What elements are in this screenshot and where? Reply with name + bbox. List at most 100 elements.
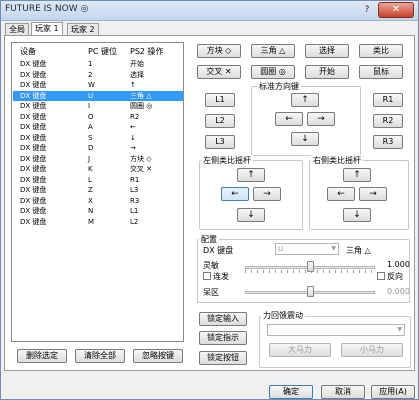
list-row[interactable]: DX 键盘 Z L3 bbox=[13, 185, 183, 195]
list-cell-key: O bbox=[88, 112, 94, 121]
tab-player-2[interactable]: 玩家 2 bbox=[67, 23, 99, 35]
help-icon[interactable]: ? bbox=[360, 3, 374, 17]
list-row[interactable]: DX 键盘 2 选择 bbox=[13, 70, 183, 80]
column-device[interactable]: 设备 bbox=[20, 46, 36, 57]
config-label: 配置 bbox=[199, 234, 219, 245]
list-row[interactable]: DX 键盘 N L1 bbox=[13, 206, 183, 216]
lock-direction-button[interactable]: 锁定指示 bbox=[199, 331, 247, 345]
start-button[interactable]: 开始 bbox=[305, 65, 349, 79]
dpad-down-button[interactable]: ↓ bbox=[291, 132, 319, 146]
ignore-key-button[interactable]: 忽略按键 bbox=[133, 349, 183, 363]
key-select: U ▼ bbox=[275, 243, 339, 255]
small-motor-button: 小马力 bbox=[341, 343, 403, 357]
right-stick-down-button[interactable]: ↓ bbox=[343, 208, 371, 222]
list-cell-device: DX 键盘 bbox=[20, 133, 47, 142]
list-cell-device: DX 键盘 bbox=[20, 154, 47, 163]
list-cell-device: DX 键盘 bbox=[20, 165, 47, 173]
right-stick-right-button[interactable]: → bbox=[359, 187, 387, 201]
turbo-checkbox[interactable] bbox=[203, 272, 211, 280]
list-cell-device: DX 键盘 bbox=[20, 102, 47, 110]
list-row[interactable]: DX 键盘 U 三角 △ bbox=[13, 90, 183, 101]
list-cell-key: A bbox=[88, 123, 93, 131]
r1-button[interactable]: R1 bbox=[373, 93, 403, 107]
circle-button[interactable]: 圆圈 ◎ bbox=[251, 65, 295, 79]
sensitivity-slider[interactable] bbox=[307, 261, 314, 272]
r2-button[interactable]: R2 bbox=[373, 114, 403, 128]
list-row[interactable]: DX 键盘 A ← bbox=[13, 122, 183, 132]
list-row[interactable]: DX 键盘 M L2 bbox=[13, 217, 183, 227]
left-stick-down-button[interactable]: ↓ bbox=[237, 208, 265, 222]
binding-list[interactable]: 设备 PC 键位 PS2 操作 DX 键盘 1 开始 DX 键盘 2 选择 DX 键盘 W ↑ D… bbox=[11, 42, 184, 342]
list-cell-action: ← bbox=[130, 123, 136, 131]
reverse-label: 反向 bbox=[387, 272, 403, 281]
list-row[interactable]: DX 键盘 1 开始 bbox=[13, 59, 183, 69]
deadzone-slider[interactable] bbox=[307, 286, 314, 297]
close-button[interactable]: ✕ bbox=[378, 2, 414, 18]
list-row[interactable]: DX 键盘 J 方块 ◇ bbox=[13, 154, 183, 164]
list-cell-action: 交叉 ✕ bbox=[130, 165, 153, 173]
list-cell-action: 选择 bbox=[130, 70, 144, 79]
list-row[interactable]: DX 键盘 K 交叉 ✕ bbox=[13, 164, 183, 174]
config-mapped-action: 三角 △ bbox=[346, 246, 371, 255]
r3-button[interactable]: R3 bbox=[373, 135, 403, 149]
clear-all-button[interactable]: 清除全部 bbox=[75, 349, 125, 363]
l3-button[interactable]: L3 bbox=[205, 135, 235, 149]
dpad-up-button[interactable]: ↑ bbox=[291, 93, 319, 107]
list-row[interactable]: DX 键盘 I 圆圈 ◎ bbox=[13, 101, 183, 111]
l1-button[interactable]: L1 bbox=[205, 93, 235, 107]
tab-global[interactable]: 全局 bbox=[5, 23, 29, 35]
list-cell-device: DX 键盘 bbox=[20, 207, 47, 215]
list-cell-action: 圆圈 ◎ bbox=[130, 102, 153, 110]
list-cell-device: DX 键盘 bbox=[20, 144, 47, 152]
list-cell-device: DX 键盘 bbox=[20, 175, 47, 184]
list-cell-action: ↑ bbox=[130, 81, 136, 89]
list-row[interactable]: DX 键盘 W ↑ bbox=[13, 80, 183, 90]
analog-button[interactable]: 类比 bbox=[359, 44, 403, 58]
triangle-button[interactable]: 三角 △ bbox=[251, 44, 295, 58]
apply-button[interactable]: 应用(A) bbox=[371, 385, 415, 399]
column-ps2-action[interactable]: PS2 操作 bbox=[130, 46, 164, 57]
right-stick-label: 右侧类比摇杆 bbox=[311, 155, 363, 166]
square-button[interactable]: 方块 ◇ bbox=[197, 44, 241, 58]
list-cell-device: DX 键盘 bbox=[20, 186, 47, 194]
left-stick-right-button[interactable]: → bbox=[253, 187, 281, 201]
ok-button[interactable]: 确定 bbox=[269, 385, 313, 399]
list-row[interactable]: DX 键盘 D → bbox=[13, 143, 183, 153]
list-cell-action: R1 bbox=[130, 175, 140, 184]
list-cell-key: S bbox=[88, 133, 93, 142]
left-stick-up-button[interactable]: ↑ bbox=[237, 168, 265, 182]
select-button[interactable]: 选择 bbox=[305, 44, 349, 58]
list-row[interactable]: DX 键盘 O R2 bbox=[13, 112, 183, 122]
dpad-left-button[interactable]: ← bbox=[275, 112, 303, 126]
title-bar: FUTURE IS NOW ◎ ? ✕ bbox=[1, 1, 418, 21]
cancel-button[interactable]: 取消 bbox=[321, 385, 365, 399]
cross-button[interactable]: 交叉 ✕ bbox=[197, 65, 241, 79]
right-stick-left-button[interactable]: ← bbox=[327, 187, 355, 201]
lock-button-button[interactable]: 锁定按钮 bbox=[199, 351, 247, 365]
list-cell-key: W bbox=[88, 81, 95, 89]
right-stick-up-button[interactable]: ↑ bbox=[343, 168, 371, 182]
key-select-value: U bbox=[278, 245, 284, 253]
tab-player-1[interactable]: 玩家 1 bbox=[31, 22, 63, 35]
list-cell-action: L2 bbox=[130, 217, 139, 226]
column-pc-key[interactable]: PC 键位 bbox=[88, 46, 117, 57]
list-cell-key: K bbox=[88, 165, 93, 173]
lock-input-button[interactable]: 锁定输入 bbox=[199, 312, 247, 326]
l2-button[interactable]: L2 bbox=[205, 114, 235, 128]
left-stick-left-button[interactable]: ← bbox=[221, 187, 249, 201]
list-row[interactable]: DX 键盘 X R3 bbox=[13, 196, 183, 206]
list-row[interactable]: DX 键盘 L R1 bbox=[13, 175, 183, 185]
config-window: FUTURE IS NOW ◎ ? ✕ 全局 玩家 1 玩家 2 设备 PC 键… bbox=[0, 0, 419, 400]
list-cell-key: I bbox=[88, 102, 91, 110]
list-cell-action: 三角 △ bbox=[130, 91, 152, 100]
list-row[interactable]: DX 键盘 S ↓ bbox=[13, 133, 183, 143]
list-cell-device: DX 键盘 bbox=[20, 81, 47, 89]
mouse-button[interactable]: 鼠标 bbox=[359, 65, 403, 79]
list-cell-action: R2 bbox=[130, 112, 140, 121]
list-cell-key: U bbox=[88, 91, 94, 100]
dpad-right-button[interactable]: → bbox=[307, 112, 335, 126]
list-cell-key: X bbox=[88, 196, 93, 205]
list-cell-key: N bbox=[88, 207, 94, 215]
delete-selected-button[interactable]: 删除选定 bbox=[17, 349, 67, 363]
reverse-checkbox[interactable] bbox=[377, 272, 385, 280]
